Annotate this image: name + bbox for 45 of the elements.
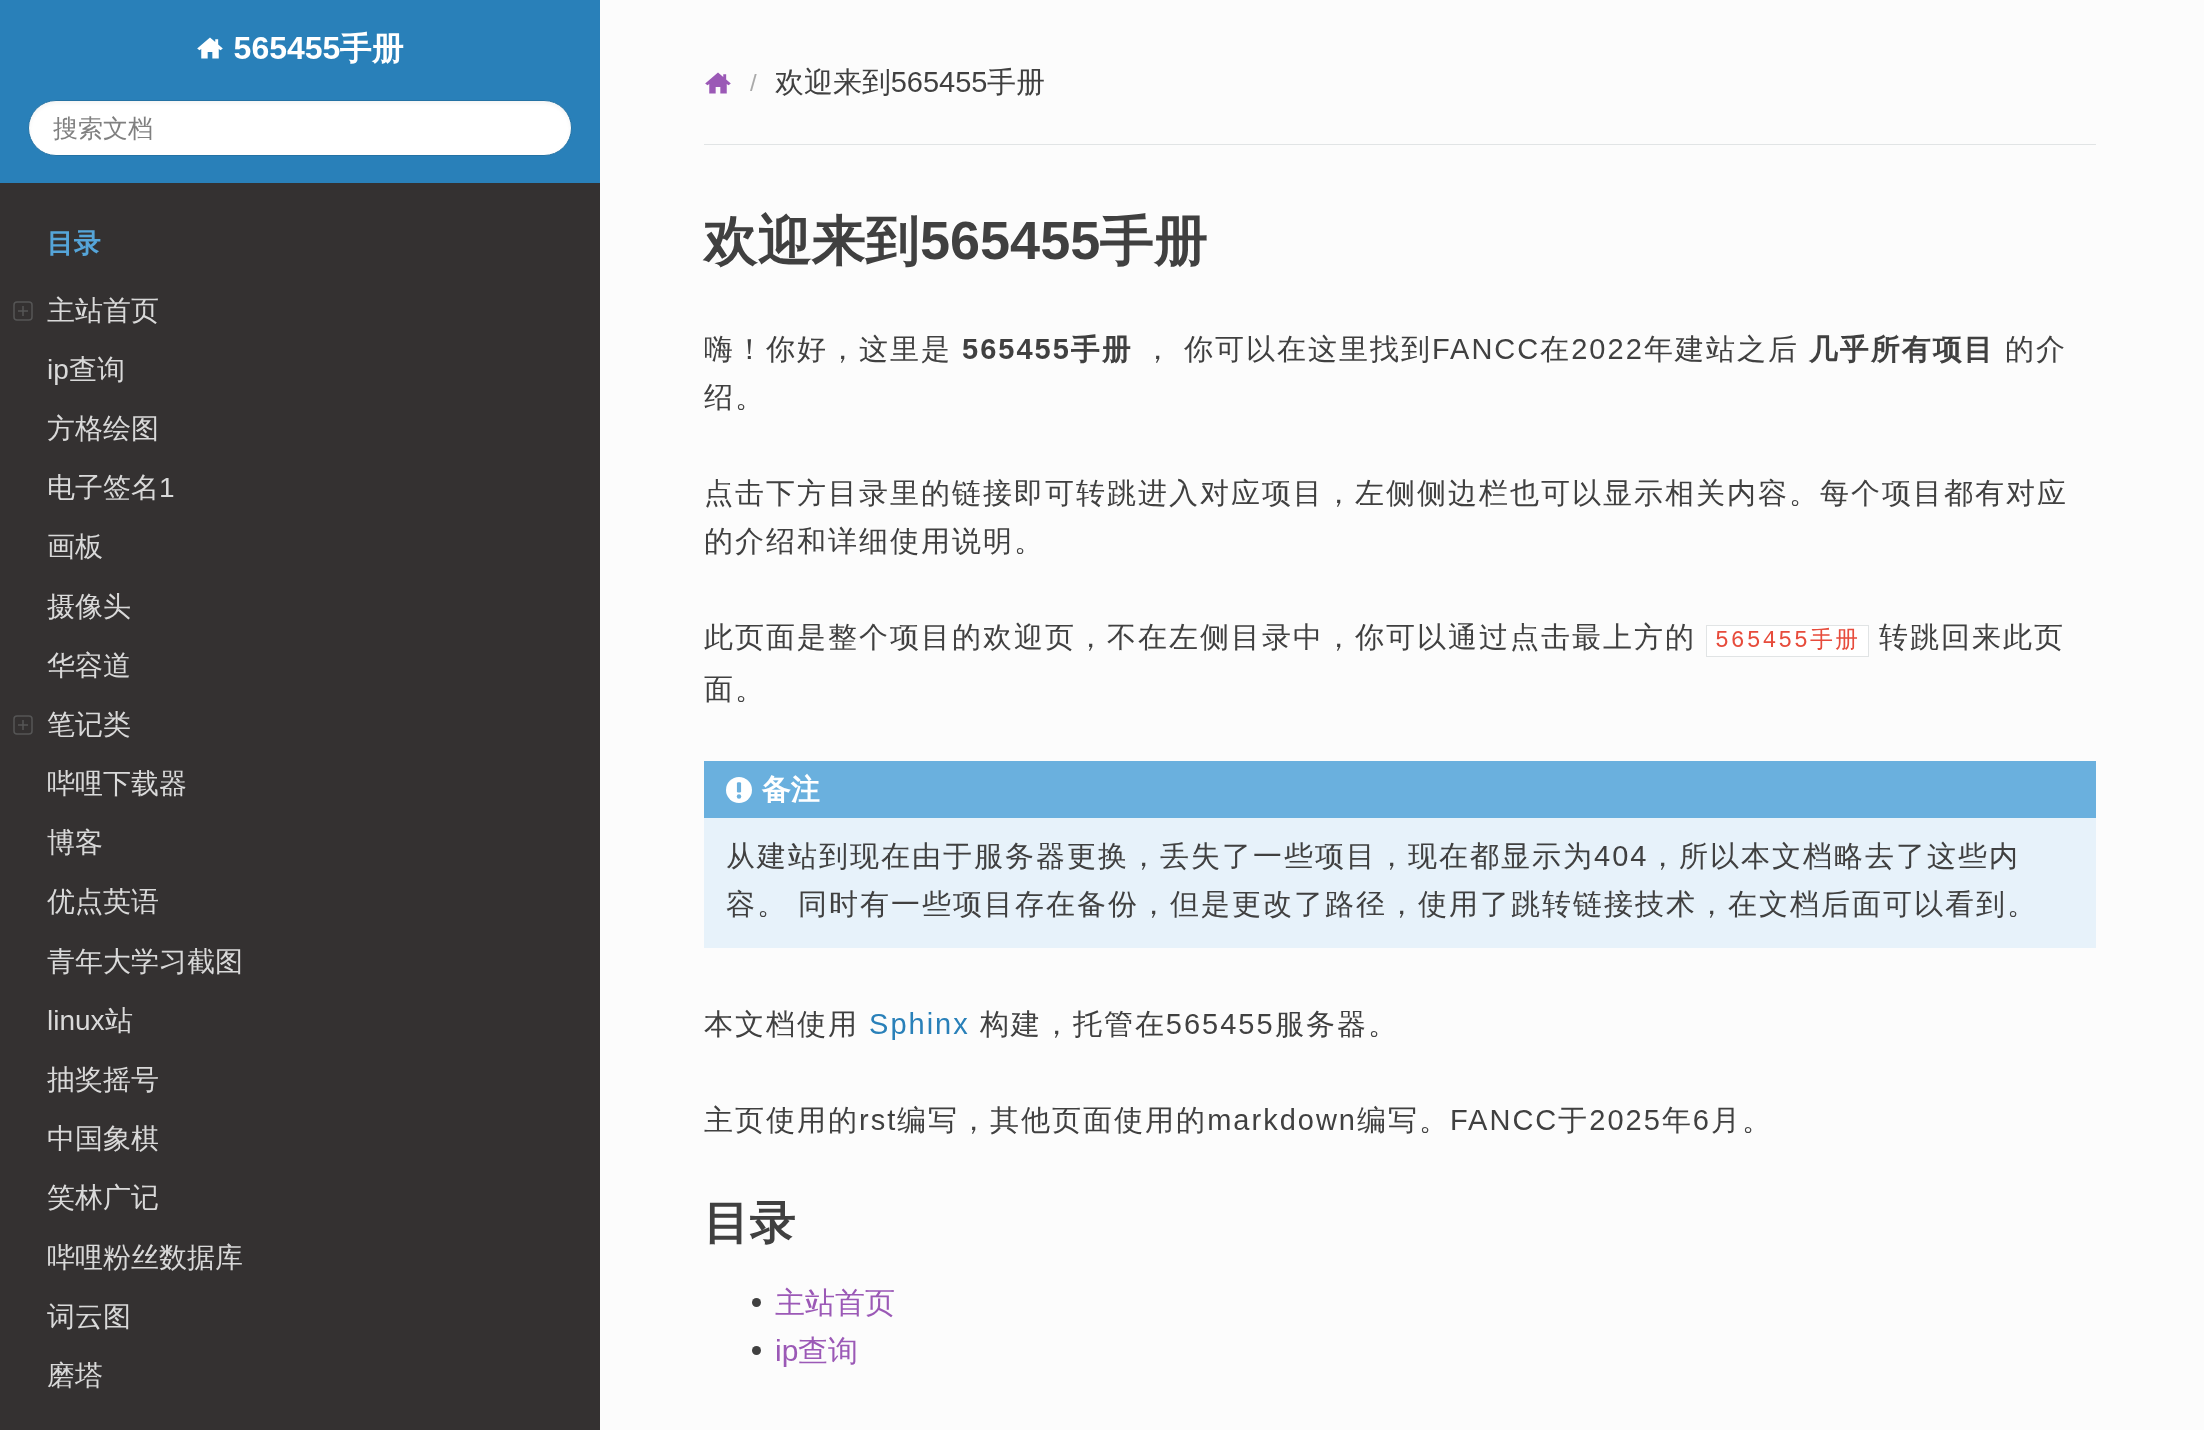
breadcrumb-current: 欢迎来到565455手册: [774, 65, 1046, 101]
toc-link[interactable]: 主站首页: [775, 1279, 895, 1325]
toc-caption: 目录: [46, 227, 102, 260]
paragraph: 本文档使用 Sphinx 构建，托管在565455服务器。: [704, 1007, 1400, 1042]
sidebar-item[interactable]: 主站首页: [47, 290, 159, 331]
sidebar-item[interactable]: 磨塔: [47, 1355, 103, 1396]
sidebar-item[interactable]: 抽奖摇号: [47, 1060, 159, 1101]
page-title: 欢迎来到565455手册: [704, 209, 1210, 272]
note-text: 从建站到现在由于服务器更换，丢失了一些项目，现在都显示为404，所以本文档略去了这些内容。 同时有一些项目存在备份，但是更改了路径，使用了跳转链接技术，在文档后面可以看到。: [725, 839, 2040, 922]
sidebar-item[interactable]: 中国象棋: [47, 1119, 159, 1160]
sidebar-item[interactable]: 华容道: [47, 645, 131, 686]
exclamation-icon: [726, 776, 752, 803]
expand-icon[interactable]: [13, 714, 33, 735]
sidebar-item[interactable]: 词云图: [47, 1296, 131, 1337]
sidebar-item[interactable]: linux站: [47, 1000, 133, 1041]
expand-icon[interactable]: [13, 300, 33, 321]
inline-code: 565455手册: [1706, 625, 1869, 657]
sidebar-item[interactable]: 画板: [47, 527, 103, 568]
sphinx-link[interactable]: Sphinx: [869, 1008, 970, 1040]
breadcrumb-home-link[interactable]: [704, 71, 732, 95]
sidebar-item[interactable]: 电子签名1: [47, 468, 175, 509]
sidebar-item[interactable]: 博客: [47, 823, 103, 864]
sidebar-item[interactable]: 笑林广记: [47, 1178, 159, 1219]
sidebar-item[interactable]: 青年大学习截图: [47, 941, 243, 982]
paragraph: 嗨！你好，这里是 565455手册 ， 你可以在这里找到FANCC在2022年建站之后 几乎所有项目 的介绍。: [704, 332, 2068, 415]
paragraph: 此页面是整个项目的欢迎页，不在左侧目录中，你可以通过点击最上方的 565455手册 转跳回来此页面。: [704, 620, 2066, 707]
paragraph: 主页使用的rst编写，其他页面使用的markdown编写。FANCC于2025年6月。: [704, 1103, 1774, 1138]
section-heading: 目录: [704, 1195, 797, 1250]
note-title: 备注: [762, 771, 820, 807]
sidebar-item[interactable]: 哔哩下载器: [47, 764, 187, 805]
toc-link[interactable]: ip查询: [775, 1327, 859, 1373]
search-field[interactable]: 搜索文档: [28, 100, 572, 156]
bullet-icon: [752, 1345, 761, 1355]
sidebar-item[interactable]: 优点英语: [47, 882, 159, 923]
breadcrumb-separator: /: [750, 68, 757, 98]
sidebar-item[interactable]: 哔哩粉丝数据库: [47, 1237, 243, 1278]
paragraph: 点击下方目录里的链接即可转跳进入对应项目，左侧侧边栏也可以显示相关内容。每个项目都有对应的介绍和详细使用说明。: [704, 476, 2069, 559]
home-icon: [704, 71, 732, 95]
home-icon: [195, 36, 224, 60]
sidebar-item[interactable]: ip查询: [47, 349, 125, 390]
bullet-icon: [752, 1297, 761, 1307]
sidebar-item[interactable]: 方格绘图: [47, 408, 159, 449]
site-title-link[interactable]: 565455手册: [195, 28, 405, 68]
sidebar-item[interactable]: 笔记类: [47, 704, 131, 745]
sidebar-item[interactable]: 摄像头: [47, 586, 131, 627]
